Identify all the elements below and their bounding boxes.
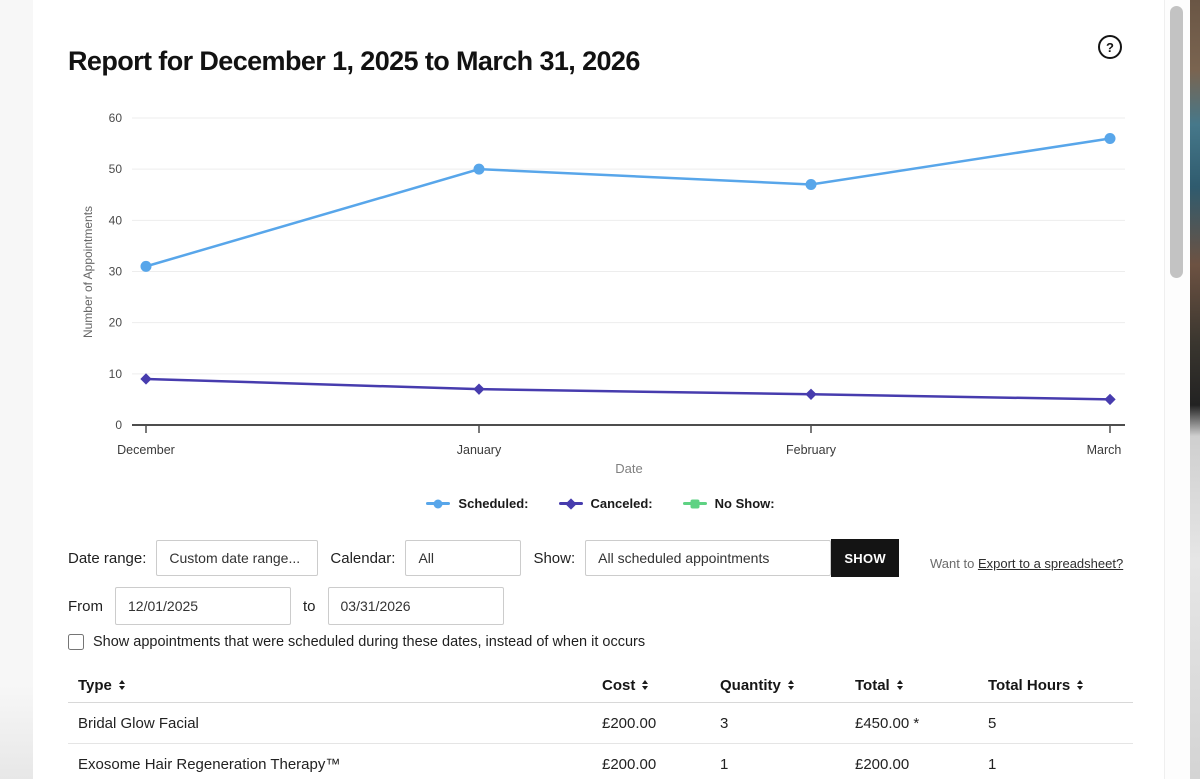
to-label: to <box>303 597 316 615</box>
y-tick-label: 10 <box>109 367 123 381</box>
export-prefix: Want to <box>930 556 978 571</box>
background-window-sliver <box>1190 0 1200 779</box>
table-cell: 1 <box>988 755 997 773</box>
y-tick-label: 20 <box>109 316 123 330</box>
to-date-input[interactable] <box>327 587 504 625</box>
from-label: From <box>68 597 103 615</box>
scrollbar-thumb[interactable] <box>1170 6 1183 278</box>
legend-plus-marker-icon <box>682 499 707 508</box>
column-header-label: Cost <box>602 676 636 694</box>
column-header-label: Type <box>78 676 112 694</box>
legend-diamond-marker-icon <box>558 497 583 510</box>
date-range-label: Date range: <box>68 549 147 567</box>
table-cell: 5 <box>988 714 997 732</box>
sort-icon <box>642 680 649 690</box>
scheduled-during-checkbox[interactable] <box>68 634 84 650</box>
data-point[interactable] <box>805 179 817 191</box>
show-select[interactable]: All scheduled appointments <box>585 540 832 576</box>
table-cell: £200.00 <box>602 755 657 773</box>
sort-icon <box>787 680 794 690</box>
data-point[interactable] <box>473 383 485 395</box>
x-tick-label: January <box>457 443 502 457</box>
legend-marker-shape <box>564 497 577 510</box>
legend-item[interactable]: No Show: <box>682 496 775 511</box>
data-point[interactable] <box>473 163 485 175</box>
table-cell: Exosome Hair Regeneration Therapy™ <box>78 755 341 773</box>
show-button[interactable]: SHOW <box>831 539 900 577</box>
export-row: Want to Export to a spreadsheet? <box>930 556 1123 571</box>
legend-item[interactable]: Canceled: <box>558 496 653 511</box>
y-tick-label: 0 <box>115 418 122 432</box>
date-range-row: From to <box>68 587 516 625</box>
table-cell: £200.00 <box>602 714 657 732</box>
date-range-select[interactable]: Custom date range... <box>156 540 319 576</box>
sort-icon <box>118 680 125 690</box>
calendar-select[interactable]: All <box>405 540 522 576</box>
table-cell: £450.00 * <box>855 714 920 732</box>
legend-label: Scheduled: <box>458 496 529 511</box>
column-header-type[interactable]: Type <box>68 677 592 694</box>
table-row[interactable]: Bridal Glow Facial £200.00 3 £450.00 * 5 <box>68 703 1133 744</box>
column-header-label: Quantity <box>720 676 781 694</box>
table-cell: Bridal Glow Facial <box>78 714 199 732</box>
data-point[interactable] <box>1104 132 1116 144</box>
sort-icon <box>1077 680 1084 690</box>
table-header-row: Type Cost Quantity Total Total Hours <box>68 668 1133 703</box>
column-header-quantity[interactable]: Quantity <box>710 677 845 694</box>
table-row[interactable]: Exosome Hair Regeneration Therapy™ £200.0… <box>68 744 1133 779</box>
x-tick-label: December <box>117 443 175 457</box>
scheduled-during-label: Show appointments that were scheduled du… <box>93 634 646 650</box>
column-header-total-hours[interactable]: Total Hours <box>978 677 1133 694</box>
table-cell: 3 <box>720 714 729 732</box>
table-cell: £200.00 <box>855 755 910 773</box>
from-date-input[interactable] <box>115 587 291 625</box>
report-page: Report for December 1, 2025 to March 31,… <box>0 0 1200 779</box>
appointments-line-chart: 0 10 20 30 40 50 60 Number of Appointments Decem… <box>81 111 1125 476</box>
appointments-table: Type Cost Quantity Total Total Hours Bridal … <box>68 668 1133 779</box>
y-tick-label: 30 <box>109 264 123 278</box>
table-body: Bridal Glow Facial £200.00 3 £450.00 * 5 Exos… <box>68 703 1133 779</box>
y-tick-label: 40 <box>109 213 123 227</box>
series-line-diamond <box>145 377 1111 401</box>
series-line-circle <box>145 137 1111 268</box>
column-header-label: Total Hours <box>988 676 1071 694</box>
data-point[interactable] <box>1104 393 1116 406</box>
filter-bar: Date range: Custom date range... Calenda… <box>68 539 900 577</box>
data-point[interactable] <box>140 260 152 272</box>
legend-label: Canceled: <box>590 496 653 511</box>
y-axis-title: Number of Appointments <box>81 206 95 338</box>
x-tick-label: March <box>1087 443 1122 457</box>
legend-marker-shape <box>690 499 700 508</box>
x-tick-label: February <box>786 443 837 457</box>
table-cell: 1 <box>720 755 729 773</box>
y-tick-label: 60 <box>109 111 123 125</box>
y-tick-label: 50 <box>109 162 123 176</box>
column-header-cost[interactable]: Cost <box>592 677 710 694</box>
data-point[interactable] <box>805 388 817 400</box>
legend-circle-marker-icon <box>426 499 451 508</box>
scheduled-during-row: Show appointments that were scheduled du… <box>68 634 645 650</box>
sort-icon <box>896 680 903 690</box>
data-point[interactable] <box>140 373 152 385</box>
x-axis-title: Date <box>615 461 642 476</box>
calendar-label: Calendar: <box>330 549 396 567</box>
legend-marker-shape <box>433 499 443 508</box>
chart-legend: Scheduled: Canceled: No Show: <box>68 496 1133 511</box>
legend-item[interactable]: Scheduled: <box>426 496 529 511</box>
scrollbar-track[interactable] <box>1164 0 1191 779</box>
export-link[interactable]: Export to a spreadsheet? <box>978 556 1123 571</box>
column-header-label: Total <box>855 676 890 694</box>
show-label: Show: <box>533 549 576 567</box>
legend-label: No Show: <box>714 496 775 511</box>
column-header-total[interactable]: Total <box>845 677 978 694</box>
